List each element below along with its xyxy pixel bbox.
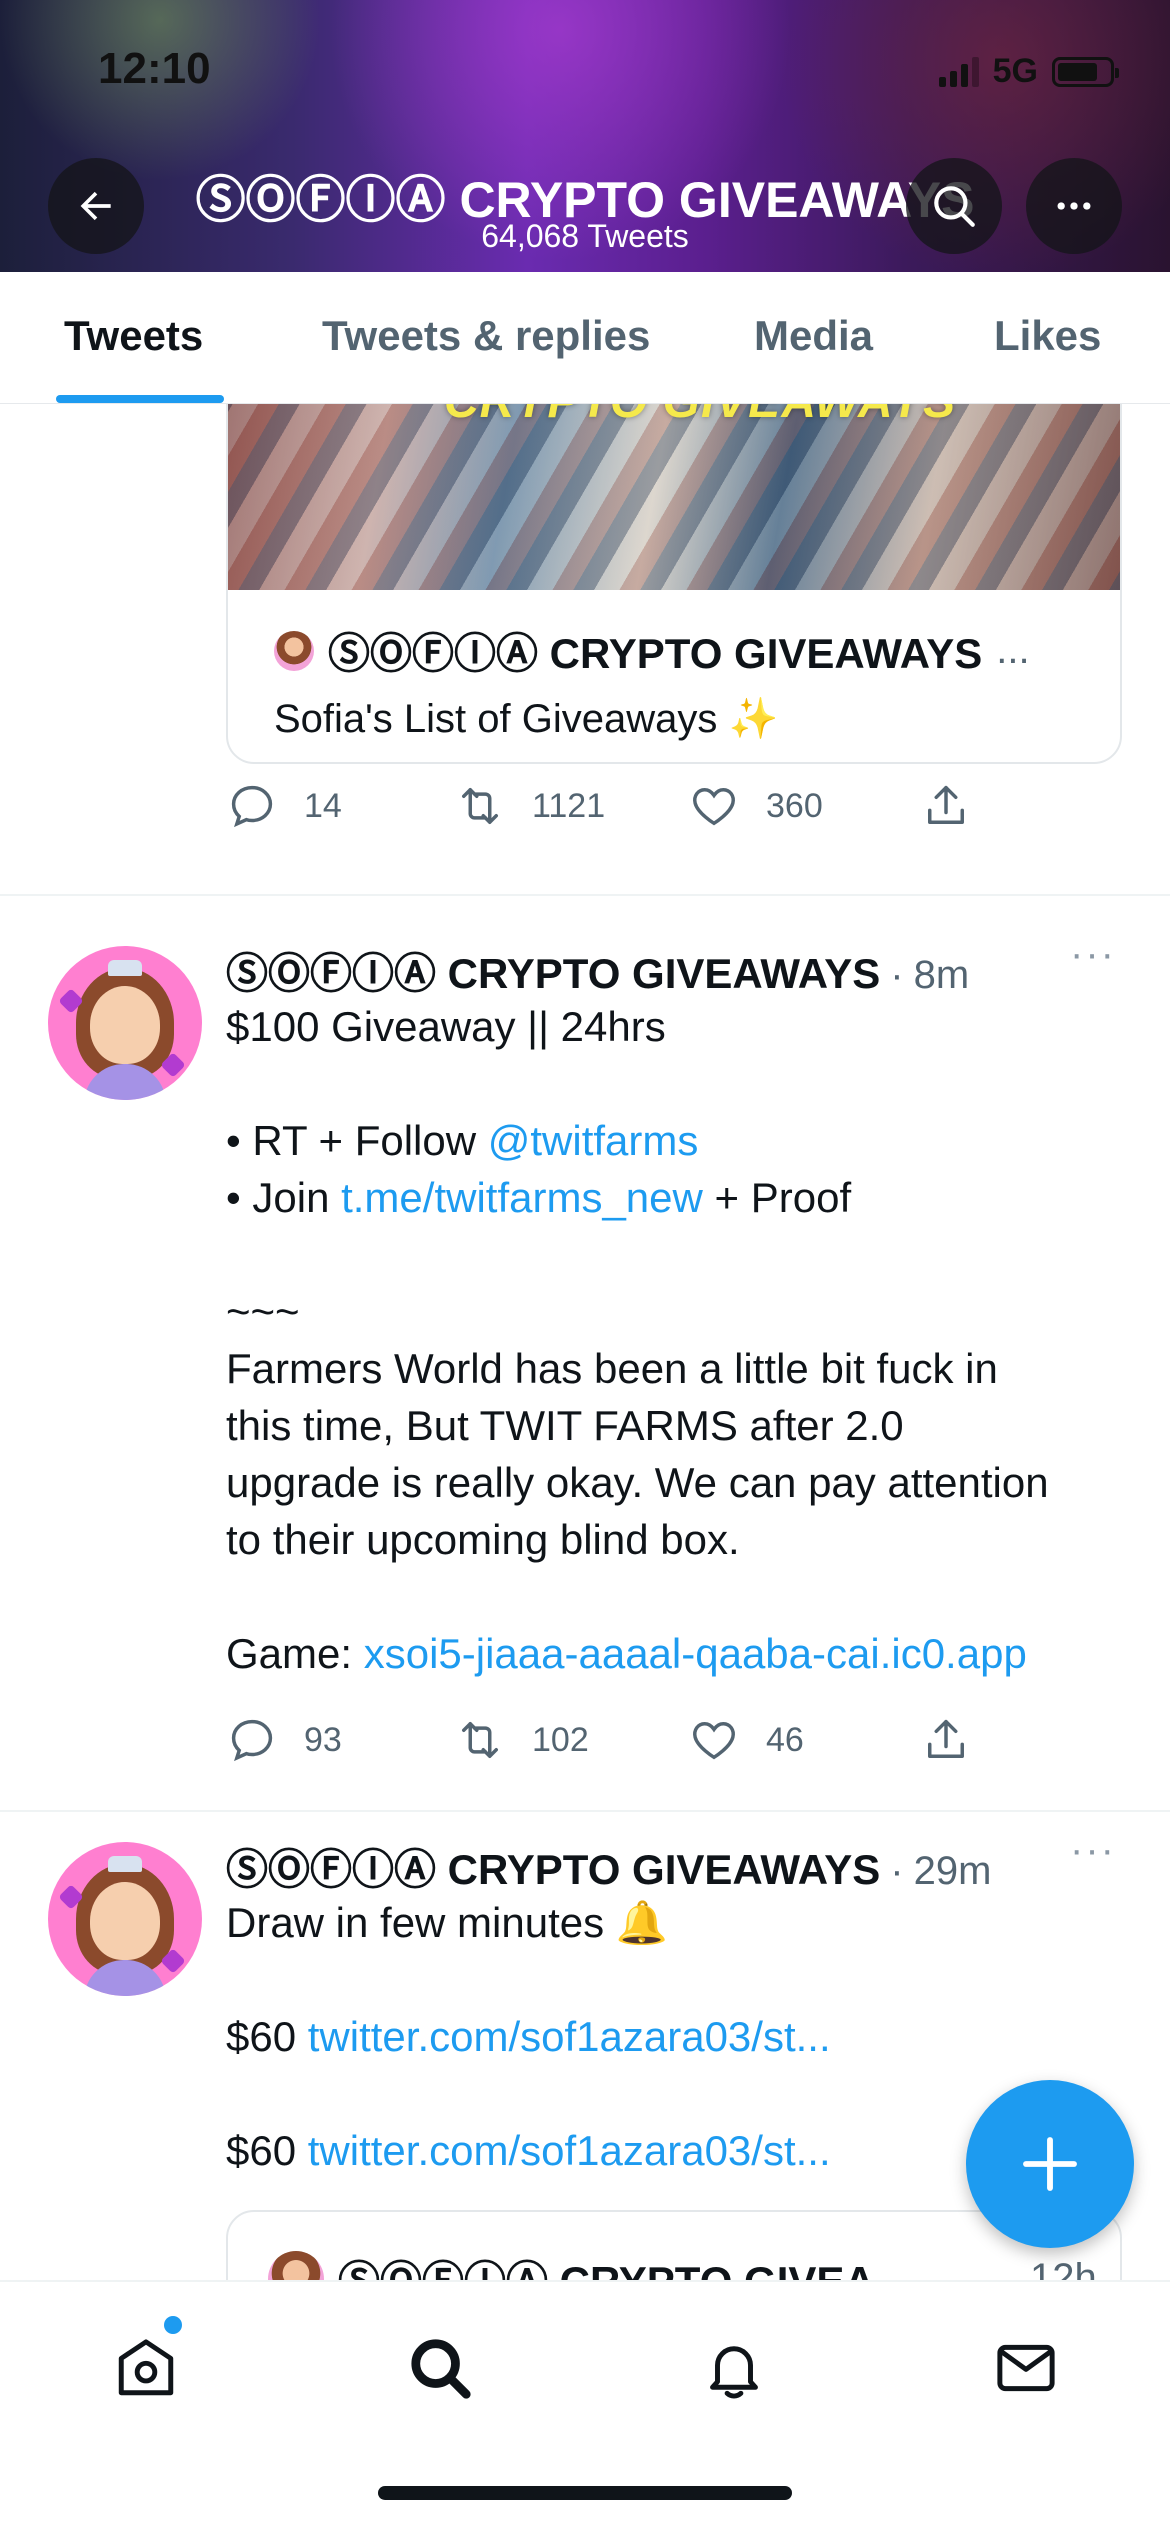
share-icon xyxy=(928,1719,964,1758)
tweet-feed[interactable]: CRYPTO GIVEAWAYS ⓈⓄⒻⒾⒶ CRYPTO GIVEAWAYS … xyxy=(0,404,1170,2280)
tweet-actions: 93 102 46 xyxy=(226,1710,1006,1770)
tweet-line: to their upcoming blind box. xyxy=(226,1516,740,1563)
status-indicators: 5G xyxy=(938,52,1119,91)
tweet-line: • RT + Follow xyxy=(226,1117,488,1164)
tab-media[interactable]: Media xyxy=(754,312,873,360)
home-indicator xyxy=(378,2486,792,2500)
quoted-time: 12h xyxy=(1030,2256,1097,2280)
retweet-button[interactable]: 1121 xyxy=(454,780,688,832)
heart-icon xyxy=(693,1722,735,1760)
profile-header: 12:10 5G ⓈⓄⒻⒾⒶ CRYPTO GIVEAWAYS 64,068 T… xyxy=(0,0,1170,272)
card-image: CRYPTO GIVEAWAYS xyxy=(228,404,1120,590)
tweet-line: ~~~ xyxy=(226,1288,300,1335)
card-avatar xyxy=(274,630,314,671)
tweet-separator xyxy=(0,1810,1170,1812)
reply-icon xyxy=(231,1719,273,1762)
like-count: 360 xyxy=(766,786,823,825)
nav-search[interactable] xyxy=(400,2328,480,2408)
nav-notifications[interactable] xyxy=(694,2328,774,2408)
search-icon xyxy=(934,186,975,227)
share-button[interactable] xyxy=(920,1714,972,1766)
telegram-link[interactable]: t.me/twitfarms_new xyxy=(341,1174,703,1221)
tweet-link[interactable]: twitter.com/sof1azara03/st... xyxy=(308,2013,831,2060)
status-time: 12:10 xyxy=(98,44,211,93)
quoted-author: ⓈⓄⒻⒾⒶ CRYPTO GIVEA... xyxy=(338,2248,910,2280)
nav-home[interactable] xyxy=(106,2328,186,2408)
reply-button[interactable]: 93 xyxy=(226,1714,454,1766)
tweet-line: upgrade is really okay. We can pay atten… xyxy=(226,1459,1049,1506)
tweet-line: $60 xyxy=(226,2127,308,2174)
like-button[interactable]: 360 xyxy=(688,780,920,832)
reply-count: 93 xyxy=(304,1720,342,1759)
reply-icon xyxy=(231,785,273,828)
tweet-line: this time, But TWIT FARMS after 2.0 xyxy=(226,1402,904,1449)
retweet-button[interactable]: 102 xyxy=(454,1714,688,1766)
share-button[interactable] xyxy=(920,780,972,832)
header-separator: · xyxy=(890,953,904,997)
tweet-timestamp[interactable]: 8m xyxy=(914,953,970,998)
tweet-more-button[interactable]: ··· xyxy=(1070,932,1116,977)
arrow-left-icon xyxy=(80,191,111,221)
quoted-avatar xyxy=(268,2250,324,2280)
card-ellipsis: ... xyxy=(996,628,1030,672)
home-icon xyxy=(118,2339,174,2396)
tweet-link[interactable]: twitter.com/sof1azara03/st... xyxy=(308,2127,831,2174)
link-card[interactable]: CRYPTO GIVEAWAYS ⓈⓄⒻⒾⒶ CRYPTO GIVEAWAYS … xyxy=(226,404,1122,764)
notification-dot xyxy=(164,2316,182,2334)
like-button[interactable]: 46 xyxy=(688,1714,920,1766)
profile-tabs: Tweets Tweets & replies Media Likes xyxy=(0,272,1170,404)
share-icon xyxy=(928,785,964,824)
signal-icon xyxy=(938,56,979,87)
retweet-icon xyxy=(462,1722,498,1758)
tweet-line: Draw in few minutes 🔔 xyxy=(226,1899,669,1946)
search-icon xyxy=(411,2339,471,2399)
tweet-timestamp[interactable]: 29m xyxy=(914,1849,992,1894)
retweet-count: 1121 xyxy=(532,786,606,825)
tweet-line: $100 Giveaway || 24hrs xyxy=(226,1003,666,1050)
avatar[interactable] xyxy=(48,946,202,1100)
tweet-text: $100 Giveaway || 24hrs • RT + Follow @tw… xyxy=(226,998,1126,1682)
card-description: Sofia's List of Giveaways ✨ xyxy=(274,697,779,741)
retweet-count: 102 xyxy=(532,1720,589,1759)
retweet-icon xyxy=(462,788,498,824)
tweet-header: ⓈⓄⒻⒾⒶ CRYPTO GIVEAWAYS · 8m xyxy=(226,940,969,1001)
tweet-line: + Proof xyxy=(702,1174,852,1221)
heart-icon xyxy=(693,788,735,826)
card-title: ⓈⓄⒻⒾⒶ CRYPTO GIVEAWAYS xyxy=(328,630,983,677)
tweet-line: Farmers World has been a little bit fuck… xyxy=(226,1345,998,1392)
avatar[interactable] xyxy=(48,1842,202,1996)
tweet-line: • Join xyxy=(226,1174,342,1221)
plus-icon xyxy=(1023,2137,1077,2191)
battery-icon xyxy=(1052,56,1119,87)
tweet-more-button[interactable]: ··· xyxy=(1070,1828,1116,1873)
active-tab-indicator xyxy=(56,395,224,403)
tab-tweets[interactable]: Tweets xyxy=(64,312,203,360)
game-link[interactable]: xsoi5-jiaaa-aaaal-qaaba-cai.ic0.app xyxy=(364,1630,1027,1677)
reply-button[interactable]: 14 xyxy=(226,780,454,832)
header-separator: · xyxy=(890,1849,904,1893)
tweet-line: Game: xyxy=(226,1630,364,1677)
tweet-actions: 14 1121 360 xyxy=(226,776,1006,836)
back-button[interactable] xyxy=(48,158,144,254)
tweet-header: ⓈⓄⒻⒾⒶ CRYPTO GIVEAWAYS · 29m xyxy=(226,1836,991,1897)
search-button[interactable] xyxy=(906,158,1002,254)
compose-tweet-button[interactable] xyxy=(966,2080,1134,2248)
mention-link[interactable]: @twitfarms xyxy=(488,1117,699,1164)
more-horizontal-icon xyxy=(1057,202,1091,210)
reply-count: 14 xyxy=(304,786,342,825)
tweet-line: $60 xyxy=(226,2013,308,2060)
card-image-text: CRYPTO GIVEAWAYS xyxy=(444,404,956,429)
more-options-button[interactable] xyxy=(1026,158,1122,254)
tab-tweets-and-replies[interactable]: Tweets & replies xyxy=(322,312,650,360)
network-label: 5G xyxy=(992,52,1038,90)
author-name[interactable]: ⓈⓄⒻⒾⒶ CRYPTO GIVEAWAYS xyxy=(226,1836,880,1897)
like-count: 46 xyxy=(766,1720,804,1759)
mail-icon xyxy=(997,2344,1055,2392)
nav-messages[interactable] xyxy=(986,2328,1066,2408)
author-name[interactable]: ⓈⓄⒻⒾⒶ CRYPTO GIVEAWAYS xyxy=(226,940,880,1001)
tab-likes[interactable]: Likes xyxy=(994,312,1101,360)
bell-icon xyxy=(710,2346,758,2399)
